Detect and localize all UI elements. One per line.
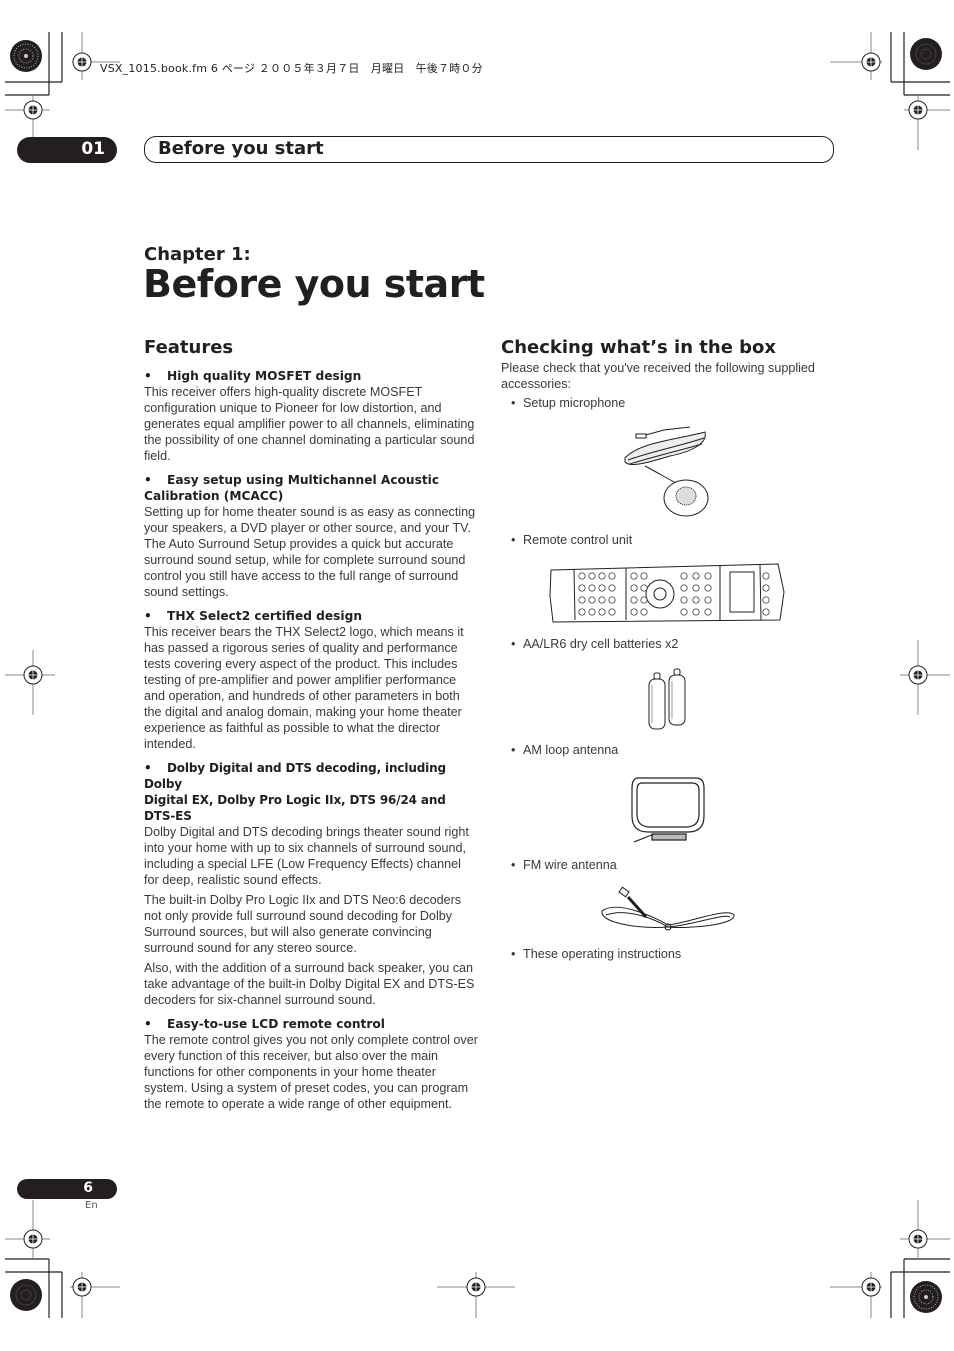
chapter-title: Before you start	[143, 262, 485, 306]
remote-button-glyph	[692, 608, 700, 616]
remote-button-glyph	[630, 584, 638, 592]
registration-wheel-icon	[910, 1281, 942, 1313]
box-item: • AA/LR6 dry cell batteries x2	[511, 637, 679, 651]
remote-button-glyph	[608, 608, 616, 616]
remote-button-glyph	[640, 584, 648, 592]
registration-target-icon	[861, 1277, 881, 1297]
remote-button-glyph	[608, 572, 616, 580]
box-item: • Remote control unit	[511, 533, 633, 547]
remote-button-glyph	[640, 608, 648, 616]
remote-button-glyph	[640, 596, 648, 604]
box-heading: Checking what’s in the box	[501, 337, 777, 358]
registration-target-icon	[861, 52, 881, 72]
registration-target-icon	[908, 100, 928, 120]
remote-button-glyph	[578, 572, 586, 580]
feature-title: • Dolby Digital and DTS decoding, includi…	[144, 761, 446, 823]
remote-button-glyph	[680, 584, 688, 592]
remote-button-glyph	[598, 608, 606, 616]
feature-paragraph: This receiver offers high-quality discre…	[144, 385, 475, 463]
feature-title: • Easy setup using Multichannel Acoustic C…	[144, 473, 440, 503]
remote-control-illustration	[549, 563, 785, 623]
registration-wheel-icon	[910, 38, 942, 70]
remote-button-glyph	[704, 596, 712, 604]
remote-button-glyph	[692, 584, 700, 592]
box-item: • AM loop antenna	[511, 743, 619, 757]
fm-antenna-illustration	[601, 886, 735, 931]
remote-button-glyph	[588, 584, 596, 592]
registration-target-icon	[23, 665, 43, 685]
feature-title: • High quality MOSFET design	[144, 369, 362, 383]
chapter-tab-title-box: Before you start	[144, 136, 834, 163]
page-number: 6	[83, 1180, 93, 1196]
remote-button-glyph	[598, 584, 606, 592]
chapter-tab-number-pill: 01	[17, 137, 117, 163]
remote-button-glyph	[630, 608, 638, 616]
feature-paragraph: Also, with the addition of a surround ba…	[144, 961, 475, 1007]
remote-button-glyph	[640, 572, 648, 580]
remote-button-glyph	[680, 596, 688, 604]
feature-item: • Easy-to-use LCD remote control The remo…	[144, 1016, 478, 1112]
registration-target-icon	[908, 1229, 928, 1249]
feature-paragraph: Setting up for home theater sound is as …	[144, 505, 476, 599]
remote-button-glyph	[762, 596, 770, 604]
feature-paragraph: The remote control gives you not only co…	[144, 1033, 478, 1111]
remote-button-glyph	[704, 572, 712, 580]
feature-item: • Dolby Digital and DTS decoding, includi…	[144, 760, 478, 1008]
remote-button-glyph	[588, 596, 596, 604]
registration-target-icon	[23, 1229, 43, 1249]
remote-button-glyph	[704, 608, 712, 616]
remote-button-glyph	[762, 572, 770, 580]
remote-button-glyph	[588, 572, 596, 580]
page-number-pill: 6	[17, 1179, 117, 1199]
box-item: • FM wire antenna	[511, 858, 617, 872]
remote-button-glyph	[692, 572, 700, 580]
features-list: • High quality MOSFET design This receive…	[144, 368, 478, 1120]
box-item: • Setup microphone	[511, 396, 626, 410]
remote-button-glyph	[762, 584, 770, 592]
remote-button-glyph	[630, 572, 638, 580]
am-antenna-illustration	[631, 777, 705, 843]
feature-title: • Easy-to-use LCD remote control	[144, 1017, 385, 1031]
registration-target-icon	[72, 52, 92, 72]
box-item: • These operating instructions	[511, 947, 682, 961]
registration-wheel-icon	[10, 40, 42, 72]
box-intro: Please check that you've received the fo…	[501, 361, 815, 391]
chapter-tab-title: Before you start	[158, 138, 324, 159]
feature-item: • THX Select2 certified design This recei…	[144, 608, 478, 752]
remote-button-glyph	[608, 584, 616, 592]
microphone-illustration	[624, 426, 709, 517]
remote-button-glyph	[598, 572, 606, 580]
remote-button-glyph	[588, 608, 596, 616]
remote-button-glyph	[692, 596, 700, 604]
remote-button-glyph	[578, 608, 586, 616]
feature-item: • Easy setup using Multichannel Acoustic C…	[144, 472, 478, 600]
remote-button-glyph	[704, 584, 712, 592]
batteries-illustration	[648, 668, 686, 730]
feature-item: • High quality MOSFET design This receive…	[144, 368, 478, 464]
feature-paragraph: Dolby Digital and DTS decoding brings th…	[144, 825, 469, 887]
remote-button-glyph	[578, 584, 586, 592]
chapter-tab-number: 01	[81, 139, 105, 159]
features-heading: Features	[144, 337, 234, 358]
feature-paragraph: The built-in Dolby Pro Logic IIx and DTS…	[144, 893, 462, 955]
remote-button-glyph	[680, 608, 688, 616]
remote-button-glyph	[608, 596, 616, 604]
remote-button-glyph	[762, 608, 770, 616]
remote-button-glyph	[630, 596, 638, 604]
remote-button-glyph	[598, 596, 606, 604]
feature-title: • THX Select2 certified design	[144, 609, 363, 623]
registration-target-icon	[466, 1277, 486, 1297]
registration-target-icon	[908, 665, 928, 685]
page-language: En	[85, 1200, 98, 1211]
file-header: VSX_1015.book.fm 6 ページ ２００５年３月７日 月曜日 午後７…	[100, 62, 483, 75]
remote-button-glyph	[680, 572, 688, 580]
remote-button-glyph	[578, 596, 586, 604]
feature-paragraph: This receiver bears the THX Select2 logo…	[144, 625, 464, 751]
registration-target-icon	[72, 1277, 92, 1297]
registration-wheel-icon	[10, 1279, 42, 1311]
registration-target-icon	[23, 100, 43, 120]
